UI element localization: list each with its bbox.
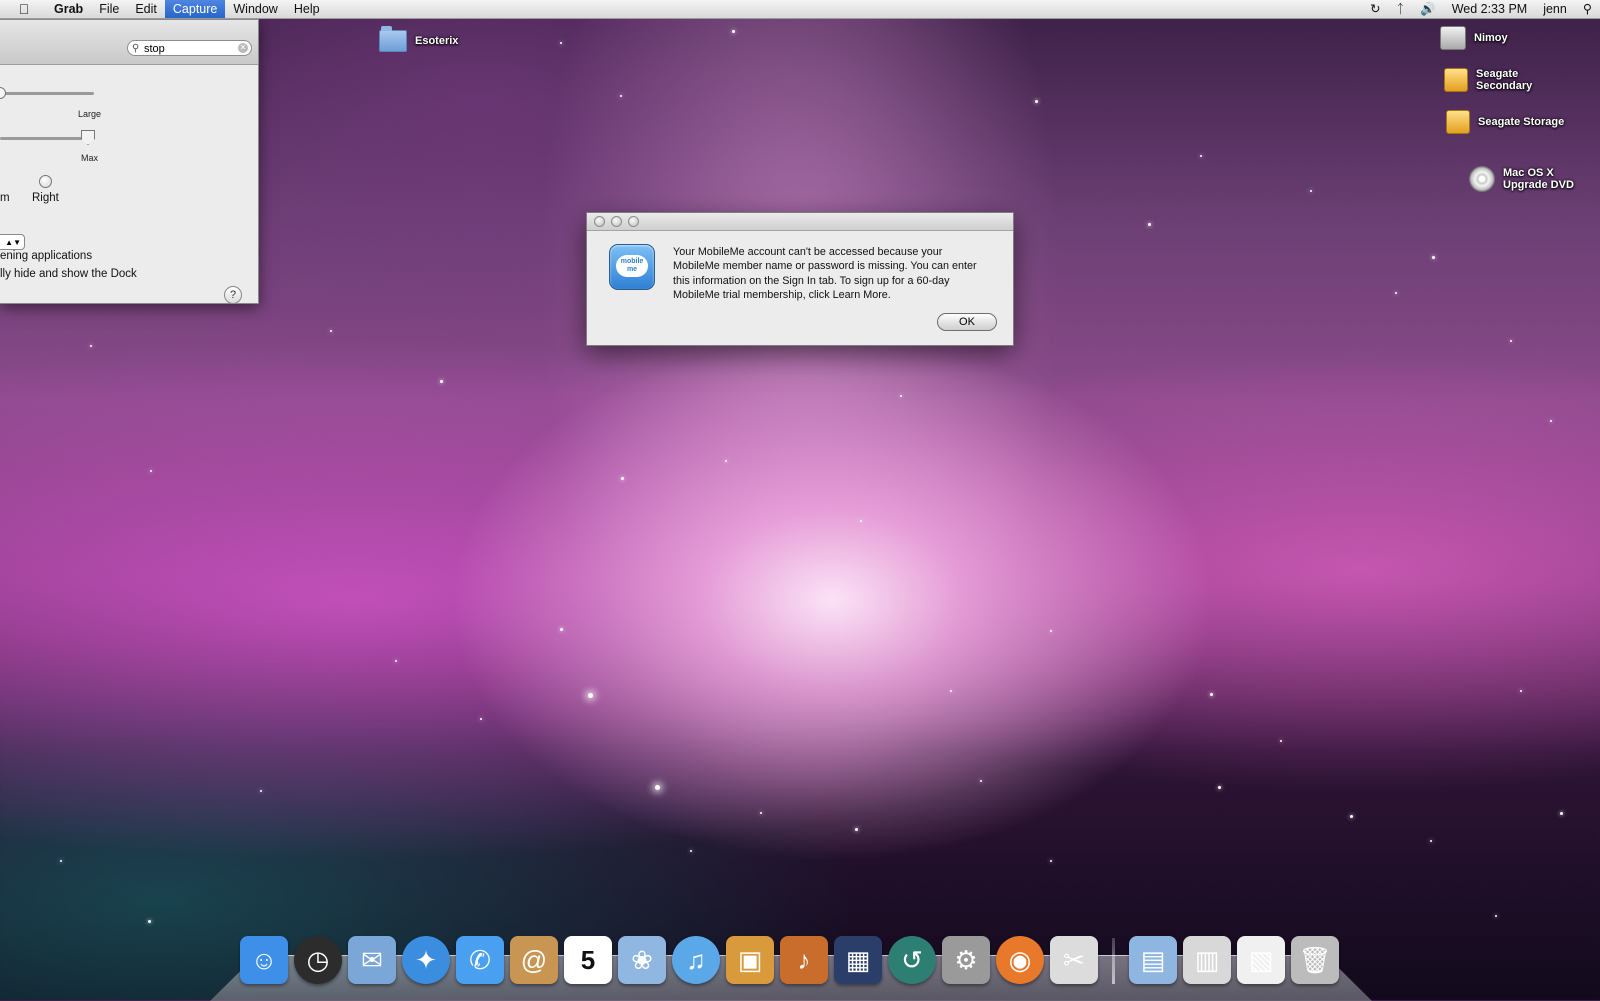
ical-icon[interactable]: 5 <box>564 936 612 984</box>
autohide-dock-label: lly hide and show the Dock <box>0 268 137 280</box>
mobileme-icon: mobile me <box>609 244 655 290</box>
size-slider-track[interactable] <box>0 92 94 95</box>
magnification-slider-max-label: Max <box>81 153 99 163</box>
menu-user[interactable]: jenn <box>1535 0 1575 18</box>
spaces-icon[interactable]: ▦ <box>834 936 882 984</box>
documents-stack-icon[interactable]: ▤ <box>1129 936 1177 984</box>
hard-drive-icon <box>1440 26 1466 50</box>
drive-label-nimoy: Nimoy <box>1474 32 1508 44</box>
size-slider-knob[interactable] <box>0 87 6 99</box>
spotlight-icon[interactable]: ⚲ <box>1575 0 1600 18</box>
desktop-dvd[interactable]: Mac OS X Upgrade DVD <box>1469 166 1577 192</box>
drive-label-dvd: Mac OS X Upgrade DVD <box>1503 167 1574 191</box>
desktop-folder-esoterix[interactable]: Esoterix <box>379 26 459 52</box>
trash-icon[interactable]: 🗑 <box>1291 936 1339 984</box>
help-button[interactable]: ? <box>224 286 242 304</box>
ichat-icon[interactable]: ✆ <box>456 936 504 984</box>
animate-opening-label: ening applications <box>0 250 93 262</box>
menu-edit[interactable]: Edit <box>127 0 165 18</box>
iphoto-icon[interactable]: ❀ <box>618 936 666 984</box>
window-toolbar: ⚲ stop ✕ <box>0 20 258 65</box>
external-drive-icon <box>1446 110 1470 134</box>
grab-icon[interactable]: ✂ <box>1050 936 1098 984</box>
dock-separator[interactable] <box>1112 938 1115 984</box>
menu-app-name[interactable]: Grab <box>46 0 91 18</box>
size-slider-max-label: Large <box>78 109 102 119</box>
image-capture-icon[interactable]: ▣ <box>726 936 774 984</box>
search-value: stop <box>144 43 165 55</box>
close-icon[interactable] <box>594 216 605 227</box>
search-field[interactable]: ⚲ stop ✕ <box>127 40 252 56</box>
drive-label-seagate-storage: Seagate Storage <box>1478 116 1565 128</box>
menu-bar:  Grab File Edit Capture Window Help ↻ ᛏ… <box>0 0 1600 19</box>
folder-icon <box>379 26 407 52</box>
downloads-stack-icon[interactable]: ▥ <box>1183 936 1231 984</box>
desktop-drive-nimoy[interactable]: Nimoy <box>1440 26 1508 50</box>
menu-capture[interactable]: Capture <box>164 0 226 18</box>
firefox-icon[interactable]: ◉ <box>996 936 1044 984</box>
position-bottom-label: m <box>0 192 10 204</box>
magnification-slider-knob[interactable] <box>81 130 95 145</box>
address-book-icon[interactable]: @ <box>510 936 558 984</box>
magnification-slider-track[interactable] <box>0 137 94 140</box>
position-right-radio[interactable] <box>39 175 52 188</box>
minimize-effect-popup[interactable]: ▲▼ <box>0 234 25 250</box>
search-icon: ⚲ <box>132 43 140 54</box>
dock-preferences-window: ⚲ stop ✕ Large Max m Right ▲▼ ening appl… <box>0 19 259 304</box>
external-drive-icon <box>1444 68 1468 92</box>
time-machine-icon[interactable]: ↻ <box>1362 0 1388 18</box>
menu-help[interactable]: Help <box>286 0 328 18</box>
desktop-folder-label: Esoterix <box>415 35 459 47</box>
web-document-icon[interactable]: ▧ <box>1237 936 1285 984</box>
dock: ☺ ◷ ✉ ✦ ✆ @5 ❀ ♫ ▣ ♪ ▦ ↺ ⚙ ◉ ✂ ▤ ▥ ▧ 🗑 <box>240 928 1345 984</box>
time-machine-dock-icon[interactable]: ↺ <box>888 936 936 984</box>
ok-button[interactable]: OK <box>937 313 997 331</box>
drive-label-seagate-secondary: Seagate Secondary <box>1476 68 1533 92</box>
mobileme-alert-dialog: mobile me Your MobileMe account can't be… <box>586 212 1014 346</box>
dvd-icon <box>1469 166 1495 192</box>
menu-window[interactable]: Window <box>225 0 285 18</box>
garageband-icon[interactable]: ♪ <box>780 936 828 984</box>
menu-bar-status: ↻ ᛏ 🔊 Wed 2:33 PM jenn ⚲ <box>1362 0 1600 18</box>
minimize-icon[interactable] <box>611 216 622 227</box>
safari-icon[interactable]: ✦ <box>402 936 450 984</box>
desktop-drive-seagate-secondary[interactable]: Seagate Secondary <box>1444 68 1536 92</box>
system-preferences-icon[interactable]: ⚙ <box>942 936 990 984</box>
bluetooth-icon[interactable]: ᛏ <box>1389 0 1413 18</box>
menu-clock[interactable]: Wed 2:33 PM <box>1444 0 1536 18</box>
desktop-drive-seagate-storage[interactable]: Seagate Storage <box>1446 110 1564 134</box>
menu-file[interactable]: File <box>91 0 127 18</box>
zoom-icon[interactable] <box>628 216 639 227</box>
clear-search-icon[interactable]: ✕ <box>238 43 248 53</box>
volume-icon[interactable]: 🔊 <box>1412 0 1444 18</box>
alert-message: Your MobileMe account can't be accessed … <box>673 246 977 302</box>
itunes-icon[interactable]: ♫ <box>672 936 720 984</box>
mobileme-icon-text: mobile me <box>620 258 644 273</box>
apple-logo-icon[interactable]:  <box>14 1 34 17</box>
dialog-title-bar <box>587 213 1013 231</box>
dashboard-icon[interactable]: ◷ <box>294 936 342 984</box>
finder-icon[interactable]: ☺ <box>240 936 288 984</box>
position-right-label: Right <box>32 192 59 204</box>
mail-icon[interactable]: ✉ <box>348 936 396 984</box>
